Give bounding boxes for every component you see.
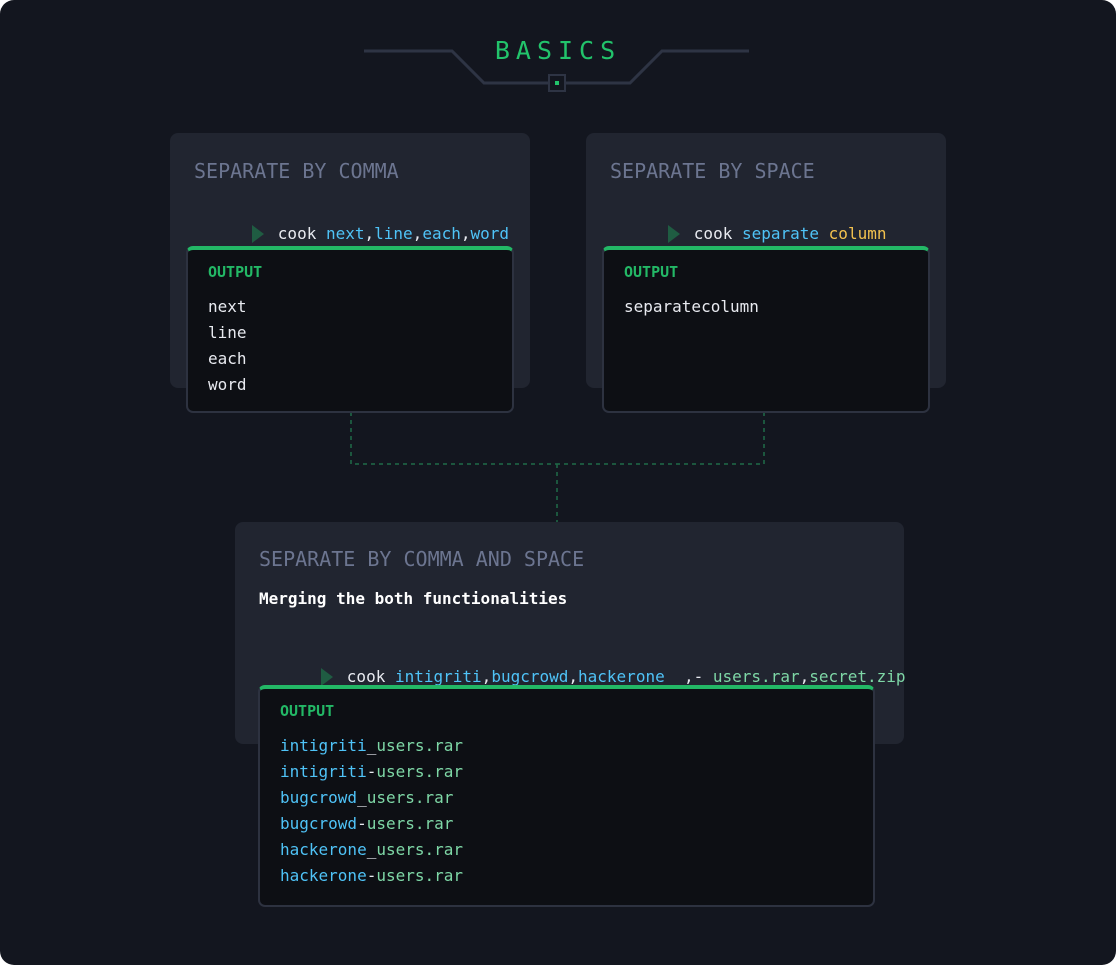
command-token: users.rar	[376, 866, 464, 885]
command-token: ,	[568, 667, 579, 686]
command-token: intigriti	[394, 667, 482, 686]
command-token: users.rar	[366, 814, 454, 833]
command-token: users.rar	[376, 762, 464, 781]
diagram-canvas: BASICS SEPARATE BY COMMA cook next,line,…	[0, 0, 1116, 965]
command-prefix: cook	[277, 224, 326, 243]
output-line: separatecolumn	[624, 297, 759, 316]
command-token: word	[470, 224, 510, 243]
play-icon	[320, 668, 333, 686]
output-line: hackerone_users.rar	[280, 837, 463, 863]
output-lines: separatecolumn	[624, 294, 759, 320]
command-token: each	[422, 224, 461, 243]
output-panel-both: OUTPUT intigriti_users.rar intigriti-user…	[258, 685, 875, 907]
command-token: line	[374, 224, 413, 243]
output-line: intigriti-users.rar	[280, 759, 463, 785]
command-tokens: next,line,each,word	[326, 224, 509, 243]
card-title: SEPARATE BY SPACE	[610, 159, 815, 183]
play-icon	[667, 225, 680, 243]
command-token: -	[366, 866, 377, 885]
command-prefix: cook	[693, 224, 742, 243]
output-panel-space: OUTPUT separatecolumn	[602, 246, 930, 413]
command-token: bugcrowd	[280, 814, 358, 833]
output-panel-comma: OUTPUT next line each word	[186, 246, 514, 413]
output-lines: intigriti_users.rar intigriti-users.rar bu…	[280, 733, 463, 889]
command-token: users.rar	[366, 788, 454, 807]
command-token: bugcrowd	[491, 667, 569, 686]
connector-left	[350, 412, 557, 465]
command-token: separate	[741, 224, 820, 243]
output-line: each	[208, 349, 247, 368]
command-token: -	[366, 762, 377, 781]
output-label: OUTPUT	[624, 263, 679, 281]
command-token: _	[357, 788, 367, 807]
output-lines: next line each word	[208, 294, 247, 398]
command-token: intigriti	[280, 762, 367, 781]
output-line: next	[208, 297, 247, 316]
output-label: OUTPUT	[280, 702, 335, 720]
command-token: bugcrowd	[280, 788, 358, 807]
connector-right	[557, 412, 765, 465]
command-tokens: intigriti,bugcrowd,hackerone _,- users.r…	[395, 667, 906, 686]
command-token: _,-	[664, 667, 713, 686]
output-line: hackerone-users.rar	[280, 863, 463, 889]
command-prefix: cook	[346, 667, 395, 686]
command-token: users.rar	[712, 667, 800, 686]
command-tokens: separate column	[742, 224, 887, 243]
command-token: hackerone	[280, 866, 367, 885]
command-token: hackerone	[578, 667, 665, 686]
output-line: intigriti_users.rar	[280, 733, 463, 759]
command-token: users.rar	[376, 840, 464, 859]
page-title: BASICS	[494, 36, 622, 65]
command-token: users.rar	[376, 736, 464, 755]
command-token: _	[366, 840, 377, 859]
command-token: secret.zip	[809, 667, 906, 686]
command-token: ,	[481, 667, 492, 686]
play-icon	[251, 225, 264, 243]
command-token: ,	[364, 224, 375, 243]
card-description: Merging the both functionalities	[259, 589, 568, 608]
output-label: OUTPUT	[208, 263, 263, 281]
output-line: word	[208, 375, 247, 394]
command-token: -	[357, 814, 367, 833]
command-token: column	[828, 224, 887, 243]
command-token: ,	[799, 667, 810, 686]
command-token: hackerone	[280, 840, 367, 859]
output-line: bugcrowd_users.rar	[280, 785, 463, 811]
command-token: _	[366, 736, 377, 755]
command-token: intigriti	[280, 736, 367, 755]
card-title: SEPARATE BY COMMA	[194, 159, 399, 183]
output-line: bugcrowd-users.rar	[280, 811, 463, 837]
command-token: ,	[412, 224, 423, 243]
card-title: SEPARATE BY COMMA AND SPACE	[259, 547, 585, 571]
command-token	[819, 224, 829, 243]
output-line: line	[208, 323, 247, 342]
command-token: next	[325, 224, 365, 243]
